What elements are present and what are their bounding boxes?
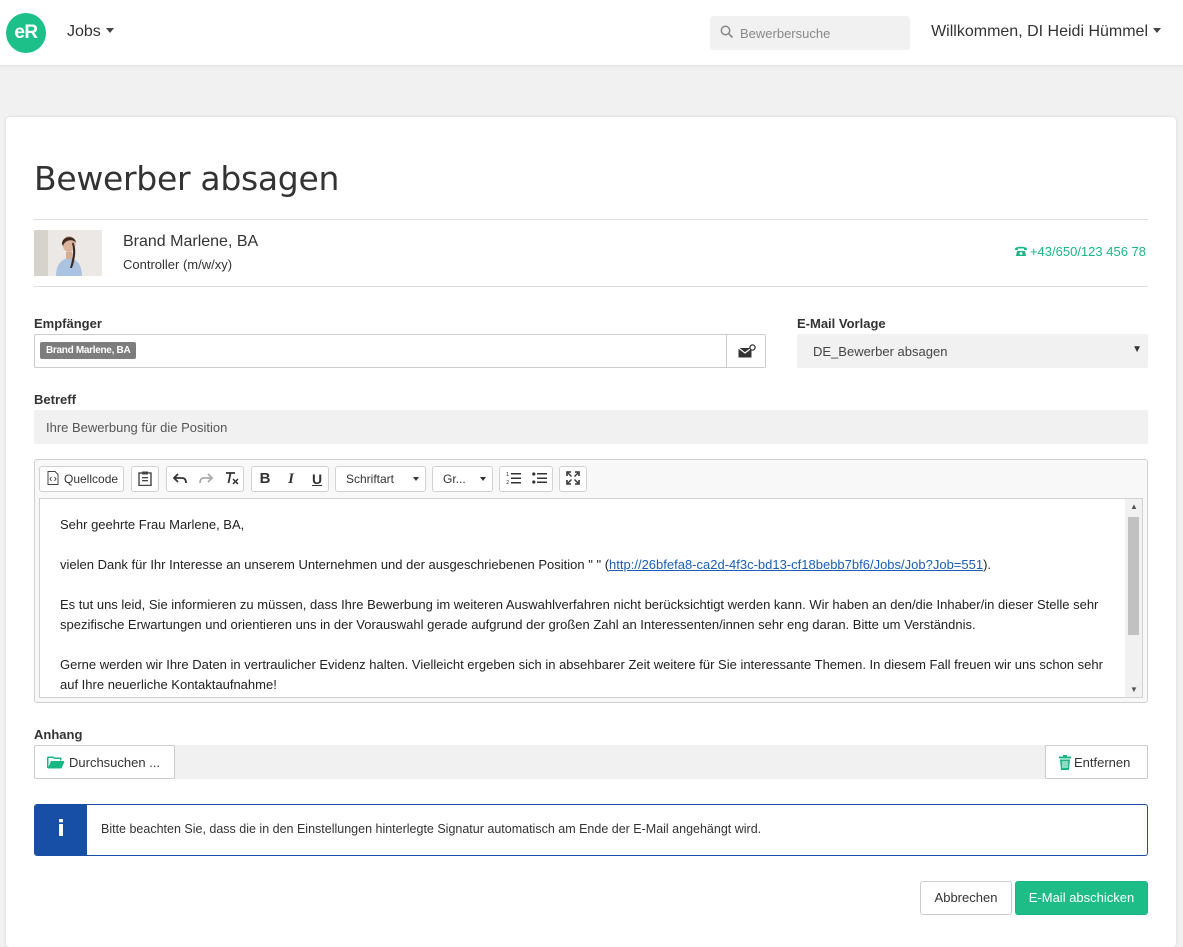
toolbar-group-basic-styles: B I U [251,466,329,492]
caret-down-icon [1153,28,1161,33]
rich-text-editor: Quellcode B I U Schriftart Gr... 1 2 Seh… [34,459,1148,703]
search-icon [720,25,734,39]
toolbar-group-clipboard [131,466,159,492]
remove-button-label: Entfernen [1074,755,1131,770]
subject-label: Betreff [34,392,76,407]
user-menu[interactable]: Willkommen, DI Heidi Hümmel [931,23,1161,41]
signature-info-alert: i Bitte beachten Sie, dass die in den Ei… [34,804,1148,856]
applicant-search [710,16,910,50]
paste-text-button[interactable] [132,467,158,491]
email-paragraph: Gerne werden wir Ihre Daten in vertrauli… [60,657,1103,692]
trash-icon [1059,755,1071,770]
source-doc-icon [47,471,59,485]
source-code-label: Quellcode [64,472,119,486]
toolbar-group-source: Quellcode [39,466,124,492]
jobs-menu[interactable]: Jobs [67,23,114,41]
clear-format-icon [226,472,239,485]
clipboard-icon [138,471,152,486]
svg-text:1: 1 [506,472,509,478]
phone-icon [1014,246,1027,256]
info-text: Bitte beachten Sie, dass die in den Eins… [101,822,762,836]
caret-down-icon [480,477,486,481]
clear-format-button[interactable] [219,467,245,491]
numbered-list-button[interactable]: 1 2 [500,467,526,491]
attachment-field: Durchsuchen ... Entfernen [34,745,1148,779]
maximize-icon [566,471,580,485]
template-label: E-Mail Vorlage [797,316,886,331]
info-icon: i [35,805,87,855]
bullet-list-icon [532,472,547,484]
dropdown-arrow-icon: ▼ [1132,344,1142,355]
top-navbar: eR Jobs Willkommen, DI Heidi Hümmel [0,0,1183,66]
attachment-label: Anhang [34,727,83,742]
bullet-list-button[interactable] [526,467,552,491]
subject-input[interactable] [34,410,1148,444]
recipient-tag[interactable]: Brand Marlene, BA [40,342,137,359]
page-title: Bewerber absagen [34,159,340,198]
scroll-up-icon[interactable]: ▲ [1130,502,1138,511]
browse-button-label: Durchsuchen ... [69,755,161,770]
candidate-position: Controller (m/w/xy) [123,257,233,272]
font-size-dropdown[interactable]: Gr... [432,466,493,492]
candidate-name[interactable]: Brand Marlene, BA [123,233,258,251]
phone-number: +43/650/123 456 78 [1029,244,1146,259]
user-menu-label: Willkommen, DI Heidi Hümmel [931,23,1148,40]
divider [34,286,1148,287]
email-paragraph: vielen Dank für Ihr Interesse an unserem… [60,555,1110,575]
email-paragraph: Es tut uns leid, Sie informieren zu müss… [60,597,1099,632]
email-greeting: Sehr geehrte Frau Marlene, BA, [60,517,245,532]
scrollbar-thumb[interactable] [1128,517,1139,635]
divider [34,219,1148,220]
envelope-settings-icon [738,344,756,358]
underline-button[interactable]: U [304,467,330,491]
numbered-list-icon: 1 2 [506,472,521,485]
main-card: Bewerber absagen Brand Marlene, BA Contr… [6,117,1176,947]
email-body: Sehr geehrte Frau Marlene, BA, vielen Da… [60,515,1110,697]
folder-open-icon [47,756,65,769]
redo-icon [199,473,213,484]
jobs-menu-label: Jobs [67,23,101,40]
candidate-avatar [34,230,102,276]
toolbar-group-tools [559,466,587,492]
editor-scrollbar[interactable]: ▲ ▼ [1125,499,1142,697]
italic-button[interactable]: I [278,467,304,491]
undo-icon [173,473,187,484]
template-select-value: DE_Bewerber absagen [813,344,948,359]
source-code-button[interactable]: Quellcode [40,467,123,491]
svg-text:2: 2 [506,480,509,485]
job-link[interactable]: http://26bfefa8-ca2d-4f3c-bd13-cf18bebb7… [609,557,983,572]
app-logo[interactable]: eR [6,13,46,53]
toolbar-group-history [166,466,244,492]
font-family-dropdown[interactable]: Schriftart [335,466,426,492]
remove-attachment-button[interactable]: Entfernen [1045,745,1148,779]
cancel-button[interactable]: Abbrechen [920,881,1012,915]
scroll-down-icon[interactable]: ▼ [1130,685,1138,694]
applicant-search-input[interactable] [738,16,906,50]
subject-field [34,410,1148,444]
editor-toolbar: Quellcode B I U Schriftart Gr... 1 2 [35,460,1147,498]
add-recipient-button[interactable] [726,335,765,367]
browse-button[interactable]: Durchsuchen ... [34,745,175,779]
recipient-field[interactable]: Brand Marlene, BA [34,334,766,368]
email-paragraph-text: vielen Dank für Ihr Interesse an unserem… [60,557,610,572]
editor-content-area[interactable]: Sehr geehrte Frau Marlene, BA, vielen Da… [39,498,1143,698]
candidate-phone[interactable]: +43/650/123 456 78 [1014,244,1146,259]
bold-button[interactable]: B [252,467,278,491]
recipient-label: Empfänger [34,316,102,331]
undo-button[interactable] [167,467,193,491]
font-family-label: Schriftart [346,472,395,486]
redo-button[interactable] [193,467,219,491]
email-paragraph-text: ). [983,557,992,572]
font-size-label: Gr... [443,472,466,486]
caret-down-icon [105,28,114,33]
caret-down-icon [413,477,419,481]
maximize-button[interactable] [560,467,586,491]
send-email-button[interactable]: E-Mail abschicken [1015,881,1148,915]
template-select[interactable]: DE_Bewerber absagen ▼ [797,334,1148,368]
toolbar-group-lists: 1 2 [499,466,553,492]
